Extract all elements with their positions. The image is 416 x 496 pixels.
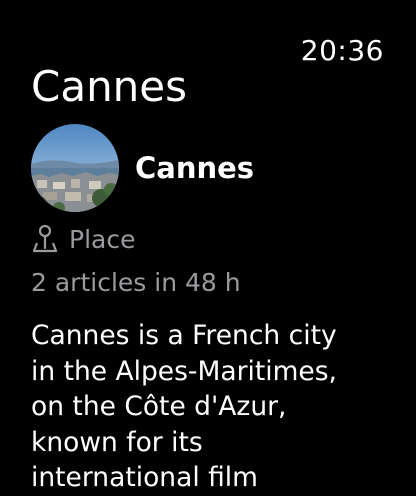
entity-name: Cannes [135, 151, 255, 185]
description-line: international film [31, 462, 258, 493]
description-line: in the Alpes-Maritimes, [31, 355, 337, 387]
article-count: 2 articles in 48 h [31, 268, 241, 297]
entity-description: Cannes is a French city in the Alpes-Mar… [31, 318, 401, 496]
map-pin-icon [31, 224, 59, 254]
entity-type-row: Place [31, 224, 135, 254]
page-title: Cannes [31, 62, 188, 111]
entity-thumbnail [31, 124, 119, 212]
description-line: Cannes is a French city [31, 320, 337, 351]
status-time: 20:36 [300, 34, 384, 67]
entity-header[interactable]: Cannes [31, 124, 254, 212]
description-line: on the Côte d'Azur, [31, 391, 287, 422]
city-photo-image [31, 124, 119, 212]
entity-type-label: Place [69, 224, 136, 254]
description-line: known for its [31, 426, 203, 458]
